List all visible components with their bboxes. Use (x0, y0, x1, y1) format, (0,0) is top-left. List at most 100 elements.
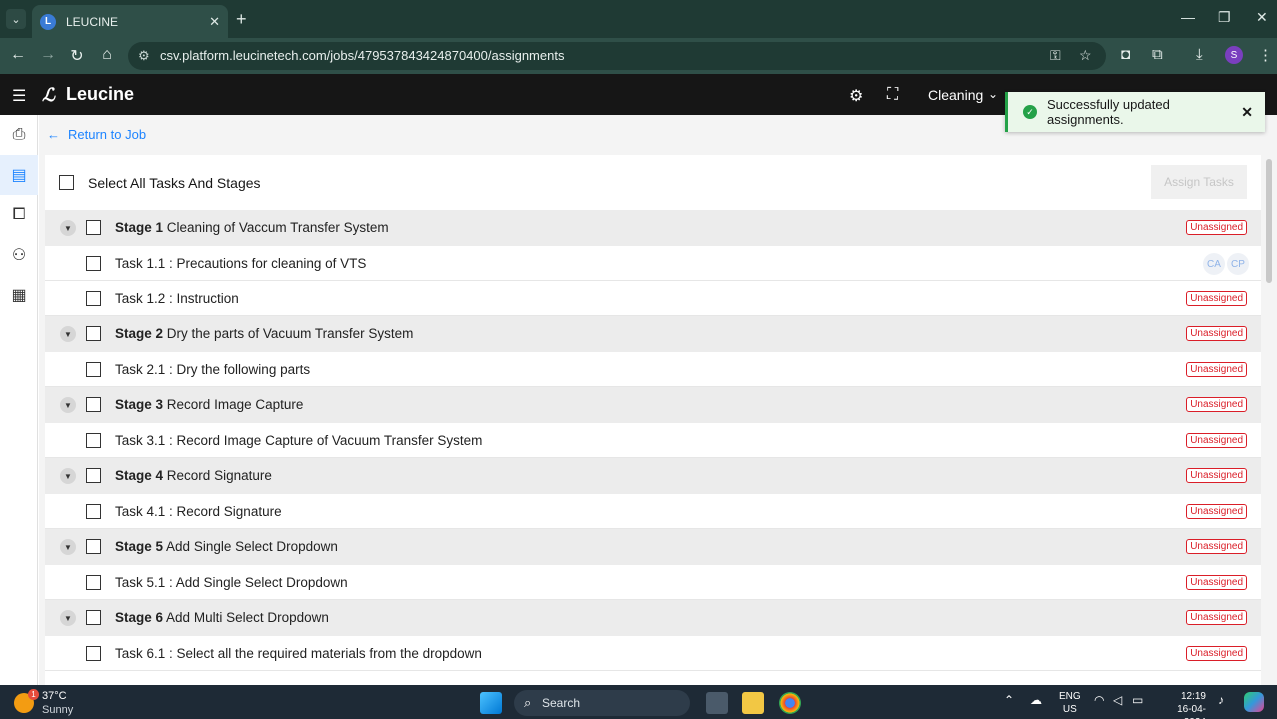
stage-checkbox[interactable] (86, 326, 101, 341)
task-checkbox[interactable] (86, 291, 101, 306)
task-row[interactable]: Task 5.1 : Add Single Select Dropdown Una… (45, 565, 1261, 600)
leucine-favicon-icon: L (40, 13, 56, 30)
tray-chevron-icon[interactable]: ⌃ (1004, 693, 1014, 707)
task-row[interactable]: Task 4.1 : Record Signature Unassigned (45, 494, 1261, 529)
stage-checkbox[interactable] (86, 397, 101, 412)
stage-checkbox[interactable] (86, 468, 101, 483)
weather-condition: Sunny (42, 704, 74, 716)
task-row[interactable]: Task 6.1 : Select all the required mater… (45, 636, 1261, 671)
task-row[interactable]: Task 1.2 : Instruction Unassigned (45, 281, 1261, 316)
stage-checkbox[interactable] (86, 539, 101, 554)
stage-name: Add Multi Select Dropdown (166, 610, 329, 625)
scrollbar-thumb[interactable] (1266, 159, 1272, 283)
task-checkbox[interactable] (86, 433, 101, 448)
clock[interactable]: 12:19 16-04-2024 (1160, 690, 1206, 719)
assignments-panel: Select All Tasks And Stages Assign Tasks… (45, 155, 1261, 685)
expand-caret-icon[interactable]: ▼ (60, 539, 76, 555)
onedrive-cloud-icon[interactable]: ☁ (1030, 693, 1042, 707)
assignee-avatar[interactable]: CP (1227, 253, 1249, 275)
chrome-icon[interactable] (779, 692, 801, 714)
stage-row[interactable]: ▼ Stage 6 Add Multi Select Dropdown Unassi… (45, 600, 1261, 636)
assign-tasks-button[interactable]: Assign Tasks (1151, 165, 1247, 199)
return-to-job-link[interactable]: ← Return to Job (47, 127, 146, 142)
task-checkbox[interactable] (86, 362, 101, 377)
task-title: Task 2.1 : Dry the following parts (115, 362, 311, 377)
stage-row[interactable]: ▼ Stage 4 Record Signature Unassigned (45, 458, 1261, 494)
stage-row[interactable]: ▼ Stage 2 Dry the parts of Vacuum Transfe… (45, 316, 1261, 352)
clock-date: 16-04-2024 (1177, 704, 1206, 719)
chevron-down-icon[interactable]: ⌄ (988, 87, 998, 101)
jobs-clipboard-icon[interactable]: ▤ (0, 155, 38, 195)
forward-icon[interactable]: → (38, 46, 58, 64)
leucine-logo[interactable]: ℒ Leucine (42, 84, 134, 105)
stage-title: Stage 5 Add Single Select Dropdown (115, 539, 338, 554)
download-icon[interactable]: ⤓ (1196, 46, 1203, 63)
assignee-avatar[interactable]: CA (1203, 253, 1225, 275)
expand-caret-icon[interactable]: ▼ (60, 610, 76, 626)
site-info-icon[interactable]: ⚙ (138, 48, 150, 64)
clock-time: 12:19 (1180, 691, 1206, 702)
tab-close-icon[interactable]: ✕ (209, 14, 220, 30)
taskbar-search[interactable]: ⌕ Search (514, 690, 690, 716)
windows-start-icon[interactable] (480, 692, 502, 714)
copilot-icon[interactable] (1244, 692, 1264, 712)
reports-icon[interactable]: ▦ (0, 275, 38, 315)
language-indicator[interactable]: ENG US (1059, 690, 1081, 716)
notification-bell-icon[interactable]: ♪ (1218, 693, 1224, 707)
tab-search-button[interactable]: ⌄ (6, 9, 26, 29)
task-row[interactable]: Task 1.1 : Precautions for cleaning of V… (45, 246, 1261, 281)
battery-icon[interactable]: ▭ (1132, 693, 1143, 707)
inbox-icon[interactable]: ⎙ (0, 115, 38, 155)
stage-number: Stage 2 (115, 326, 164, 341)
extensions-icon[interactable]: ⧉ (1152, 46, 1163, 63)
url-text[interactable]: csv.platform.leucinetech.com/jobs/479537… (160, 48, 564, 63)
profile-avatar[interactable]: S (1225, 46, 1243, 64)
screenshot-icon[interactable]: ◘ (1121, 46, 1130, 63)
stage-checkbox[interactable] (86, 610, 101, 625)
scan-icon[interactable]: ⛶ (887, 86, 898, 104)
task-checkbox[interactable] (86, 575, 101, 590)
stage-number: Stage 6 (115, 610, 164, 625)
reload-icon[interactable]: ↻ (67, 46, 87, 66)
lang-primary: ENG (1059, 691, 1081, 702)
expand-caret-icon[interactable]: ▼ (60, 220, 76, 236)
task-checkbox[interactable] (86, 646, 101, 661)
file-explorer-icon[interactable] (742, 692, 764, 714)
home-icon[interactable]: ⌂ (97, 46, 117, 64)
browser-tab[interactable]: L LEUCINE ✕ (32, 5, 228, 38)
browser-menu-icon[interactable]: ⋮ (1258, 46, 1273, 64)
stage-row[interactable]: ▼ Stage 3 Record Image Capture Unassigned (45, 387, 1261, 423)
success-toast: ✓ Successfully updated assignments. ✕ (1005, 92, 1265, 132)
bookmark-star-icon[interactable]: ☆ (1079, 47, 1092, 64)
task-view-icon[interactable] (706, 692, 728, 714)
task-checkbox[interactable] (86, 504, 101, 519)
task-row[interactable]: Task 2.1 : Dry the following parts Unassi… (45, 352, 1261, 387)
hamburger-menu-icon[interactable]: ☰ (12, 86, 26, 106)
process-flow-icon[interactable]: ⧠ (0, 195, 38, 235)
address-bar[interactable]: ⚙ csv.platform.leucinetech.com/jobs/4795… (128, 42, 1106, 70)
password-key-icon[interactable]: ⚿ (1050, 47, 1061, 64)
close-window-button[interactable]: ✕ (1256, 9, 1268, 26)
task-row[interactable]: Task 3.1 : Record Image Capture of Vacuu… (45, 423, 1261, 458)
settings-icon[interactable]: ⚙ (849, 86, 863, 106)
maximize-button[interactable]: ❐ (1218, 9, 1231, 26)
back-icon[interactable]: ← (8, 46, 28, 64)
stage-row[interactable]: ▼ Stage 5 Add Single Select Dropdown Unass… (45, 529, 1261, 565)
minimize-button[interactable]: — (1181, 9, 1195, 25)
wifi-icon[interactable]: ◠ (1094, 693, 1104, 707)
expand-caret-icon[interactable]: ▼ (60, 468, 76, 484)
unassigned-badge: Unassigned (1186, 539, 1247, 554)
select-all-checkbox[interactable] (59, 175, 74, 190)
stage-row[interactable]: ▼ Stage 1 Cleaning of Vaccum Transfer Sys… (45, 210, 1261, 246)
volume-icon[interactable]: ◁ (1113, 693, 1122, 707)
task-title: Task 6.1 : Select all the required mater… (115, 646, 482, 661)
facility-select[interactable]: Cleaning (928, 87, 983, 103)
task-title: Task 5.1 : Add Single Select Dropdown (115, 575, 348, 590)
ontology-tree-icon[interactable]: ⚇ (0, 235, 38, 275)
expand-caret-icon[interactable]: ▼ (60, 326, 76, 342)
stage-checkbox[interactable] (86, 220, 101, 235)
expand-caret-icon[interactable]: ▼ (60, 397, 76, 413)
toast-close-icon[interactable]: ✕ (1241, 104, 1253, 121)
new-tab-button[interactable]: + (236, 9, 247, 30)
task-checkbox[interactable] (86, 256, 101, 271)
